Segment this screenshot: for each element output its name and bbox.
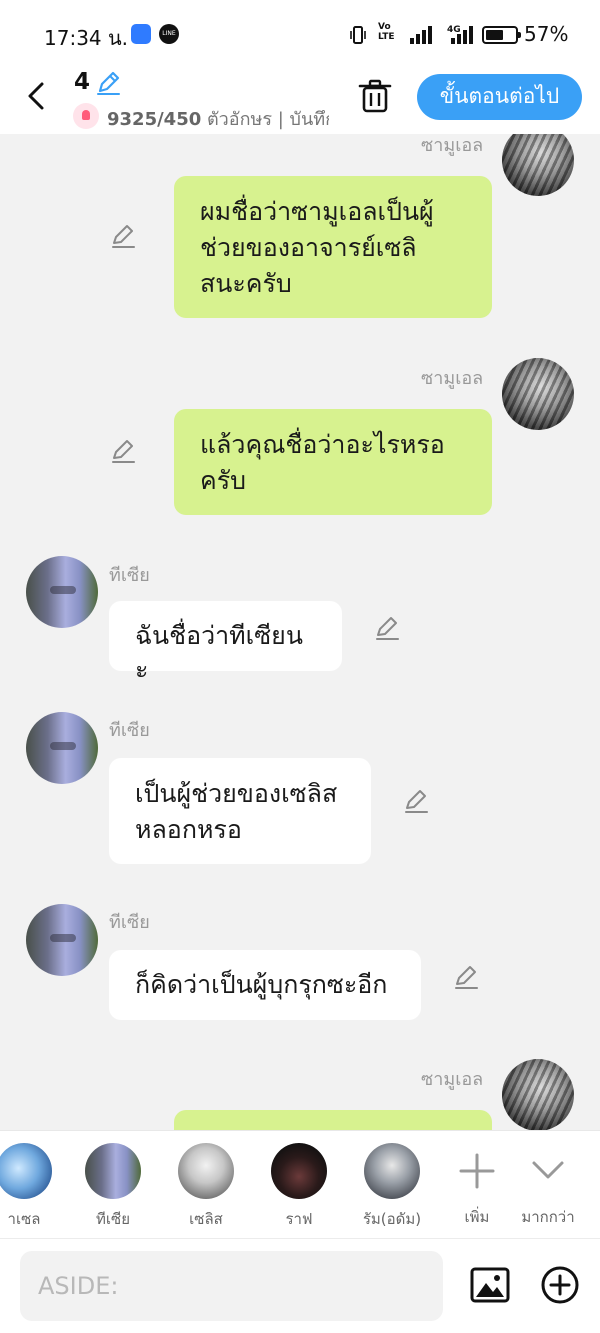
sender-name: ซามูเอล (421, 1069, 484, 1090)
edit-title-icon[interactable] (95, 70, 121, 96)
sender-name: ซามูเอล (421, 368, 484, 389)
character-avatar (85, 1143, 141, 1199)
character-samuel[interactable]: าเซล (0, 1143, 64, 1231)
battery-fill (486, 30, 503, 40)
edit-message-icon[interactable] (110, 438, 136, 464)
input-bar (0, 1238, 600, 1333)
edit-message-icon[interactable] (374, 615, 400, 641)
vibrate-icon (350, 26, 366, 44)
avatar-samuel[interactable] (502, 358, 574, 430)
edit-message-icon[interactable] (453, 964, 479, 990)
bell-icon (73, 103, 99, 129)
character-count: 9325/450 ตัวอักษร | บันทึก (107, 109, 329, 130)
add-character-label: เพิ่ม (464, 1208, 490, 1226)
sender-name: ซามูเอล (421, 135, 484, 156)
message-bubble[interactable]: ก็คิดว่าเป็นผู้บุกรุกซะอีก (109, 950, 421, 1020)
avatar-tia[interactable] (26, 904, 98, 976)
more-characters-button[interactable]: มากกว่า (518, 1143, 578, 1229)
aside-input[interactable] (20, 1251, 443, 1321)
avatar-tia[interactable] (26, 556, 98, 628)
character-label: าเซล (7, 1210, 41, 1228)
add-character-button[interactable]: เพิ่ม (447, 1143, 507, 1229)
page-title: 4 (74, 69, 91, 95)
back-icon[interactable] (22, 80, 52, 112)
character-avatar (364, 1143, 420, 1199)
message-bubble[interactable]: แล้วคุณชื่อว่าอะไรหรอ ครับ (174, 409, 492, 515)
character-label: เซลิส (189, 1210, 223, 1228)
chevron-down-icon (532, 1161, 564, 1179)
character-avatar (178, 1143, 234, 1199)
character-label: ทีเซีย (96, 1210, 130, 1228)
character-tia[interactable]: ทีเซีย (73, 1143, 153, 1231)
edit-message-icon[interactable] (403, 788, 429, 814)
sender-name: ทีเซีย (109, 565, 150, 586)
sender-name: ทีเซีย (109, 912, 150, 933)
character-bar: าเซล ทีเซีย เซลิส ราฟ รัม(อดัม) เพิ่ม มา… (0, 1130, 600, 1238)
status-time: 17:34 น. (44, 26, 129, 50)
character-label: ราฟ (285, 1210, 313, 1228)
avatar-samuel[interactable] (502, 1059, 574, 1130)
battery-percent: 57% (524, 22, 569, 46)
character-raf[interactable]: ราฟ (259, 1143, 339, 1231)
message-bubble[interactable]: ผมชื่อว่าซามูเอลเป็นผู้ ช่วยของอาจารย์เซ… (174, 176, 492, 318)
battery-icon (482, 26, 521, 44)
network-label: 4G (447, 25, 461, 35)
message-bubble[interactable]: ฉันชื่อว่าทีเซียนะ (109, 601, 342, 684)
signal-4g-icon: 4G (447, 25, 473, 44)
notes-app-icon (131, 24, 151, 44)
chat-area[interactable]: ซามูเอล ผมชื่อว่าซามูเอลเป็นผู้ ช่วยของอ… (0, 134, 600, 1130)
message-bubble[interactable]: เป็นผู้ช่วยของเซลิส หลอกหรอ (109, 758, 371, 864)
sender-name: ทีเซีย (109, 720, 150, 741)
trash-icon[interactable] (358, 78, 392, 114)
header: 4 9325/450 ตัวอักษร | บันทึก ขั้นตอนต่อไ… (0, 66, 600, 134)
more-characters-label: มากกว่า (521, 1208, 575, 1226)
plus-icon (459, 1153, 495, 1189)
character-label: รัม(อดัม) (362, 1210, 422, 1228)
image-icon[interactable] (470, 1265, 510, 1305)
volte-icon: Vo LTE (378, 22, 395, 42)
character-avatar (0, 1143, 52, 1199)
character-selis[interactable]: เซลิส (166, 1143, 246, 1231)
signal-icon (410, 26, 432, 44)
next-step-button[interactable]: ขั้นตอนต่อไป (417, 74, 582, 120)
edit-message-icon[interactable] (110, 223, 136, 249)
message-bubble[interactable] (174, 1110, 492, 1130)
character-rum-adam[interactable]: รัม(อดัม) (352, 1143, 432, 1231)
status-bar: 17:34 น. LINE Vo LTE 4G 57% (0, 0, 600, 66)
avatar-samuel[interactable] (502, 134, 574, 196)
add-circle-icon[interactable] (540, 1265, 580, 1305)
avatar-tia[interactable] (26, 712, 98, 784)
line-app-icon: LINE (159, 24, 179, 44)
character-avatar (271, 1143, 327, 1199)
